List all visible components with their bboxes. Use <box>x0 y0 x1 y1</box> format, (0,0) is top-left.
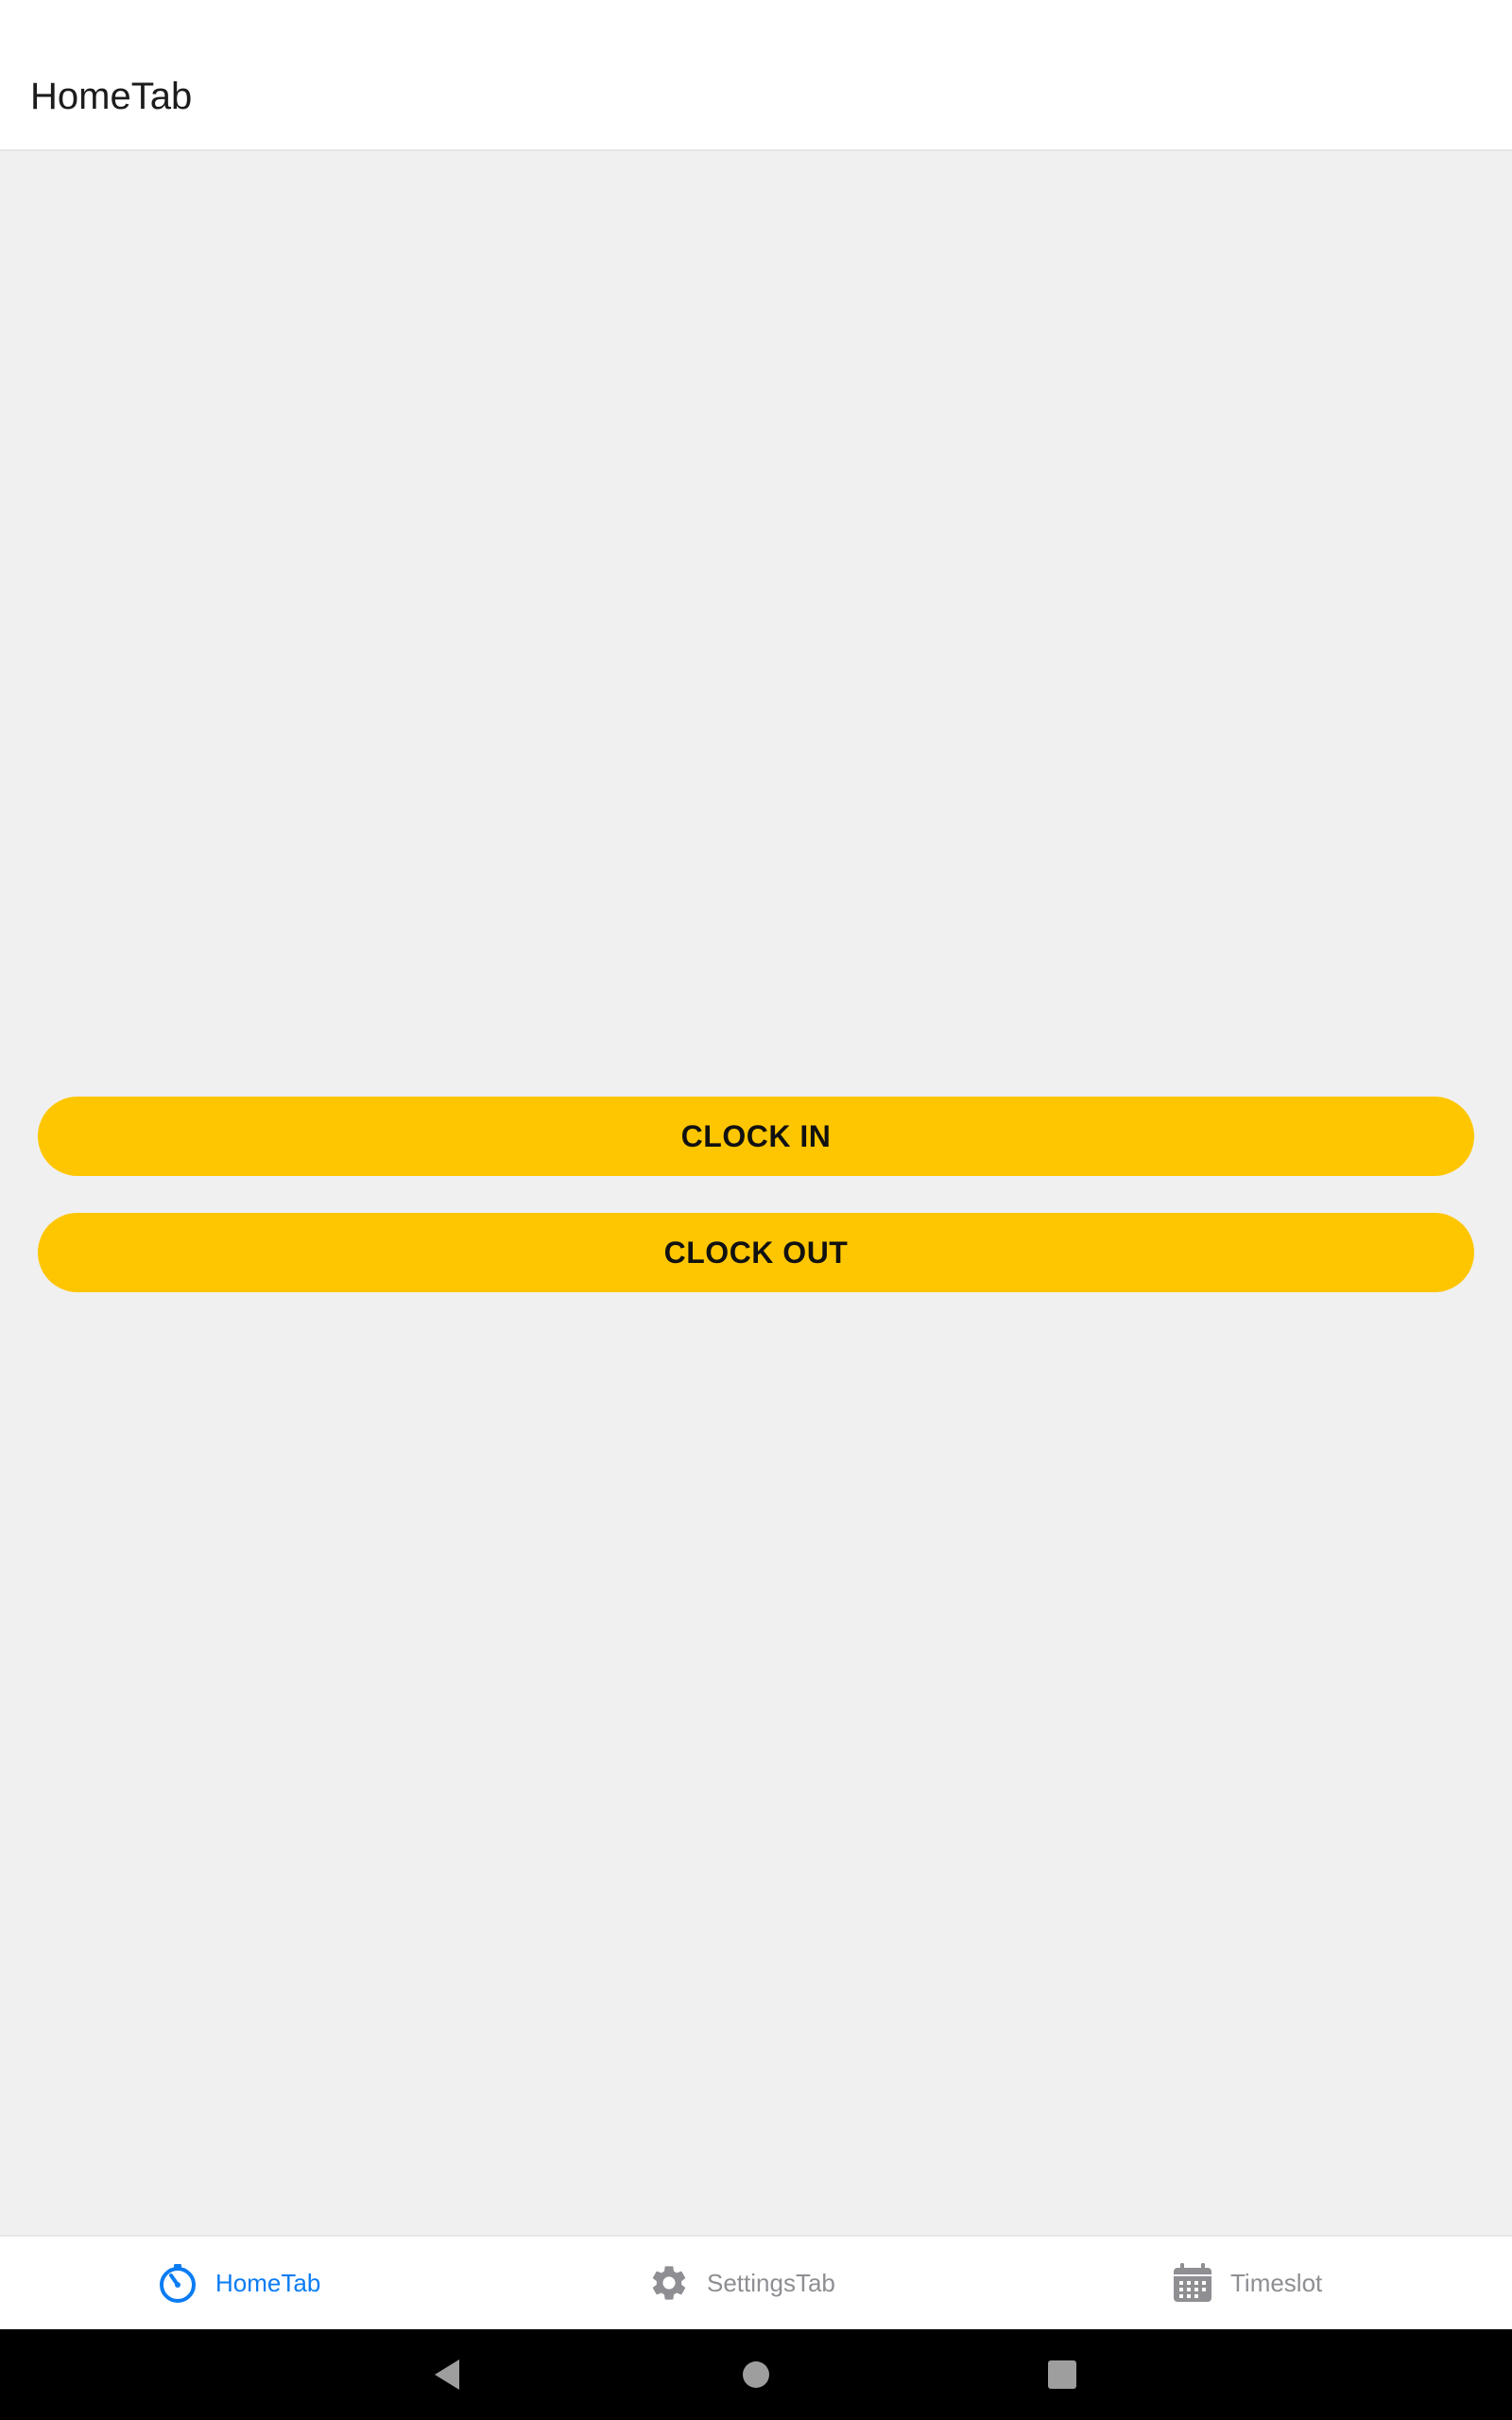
back-icon[interactable] <box>431 2356 469 2394</box>
tab-home[interactable]: HomeTab <box>157 2237 320 2329</box>
calendar-icon <box>1174 2263 1211 2302</box>
recents-icon[interactable] <box>1043 2356 1081 2394</box>
page-title: HomeTab <box>30 76 193 117</box>
stopwatch-icon <box>160 2264 196 2303</box>
tab-timeslot[interactable]: Timeslot <box>1172 2237 1322 2329</box>
tab-home-label: HomeTab <box>215 2268 321 2297</box>
tab-timeslot-label: Timeslot <box>1230 2268 1323 2297</box>
tab-settings-label: SettingsTab <box>707 2268 835 2297</box>
bottom-tab-bar: HomeTab SettingsTab Timeslot <box>0 2235 1512 2329</box>
gear-icon <box>652 2266 686 2300</box>
clock-out-button[interactable]: CLOCK OUT <box>38 1213 1474 1292</box>
home-icon[interactable] <box>737 2356 775 2394</box>
clock-in-button[interactable]: CLOCK IN <box>38 1097 1474 1176</box>
tab-settings[interactable]: SettingsTab <box>648 2237 835 2329</box>
main-content <box>0 151 1512 2237</box>
app-header: HomeTab <box>0 0 1512 151</box>
system-nav-bar <box>0 2329 1512 2420</box>
